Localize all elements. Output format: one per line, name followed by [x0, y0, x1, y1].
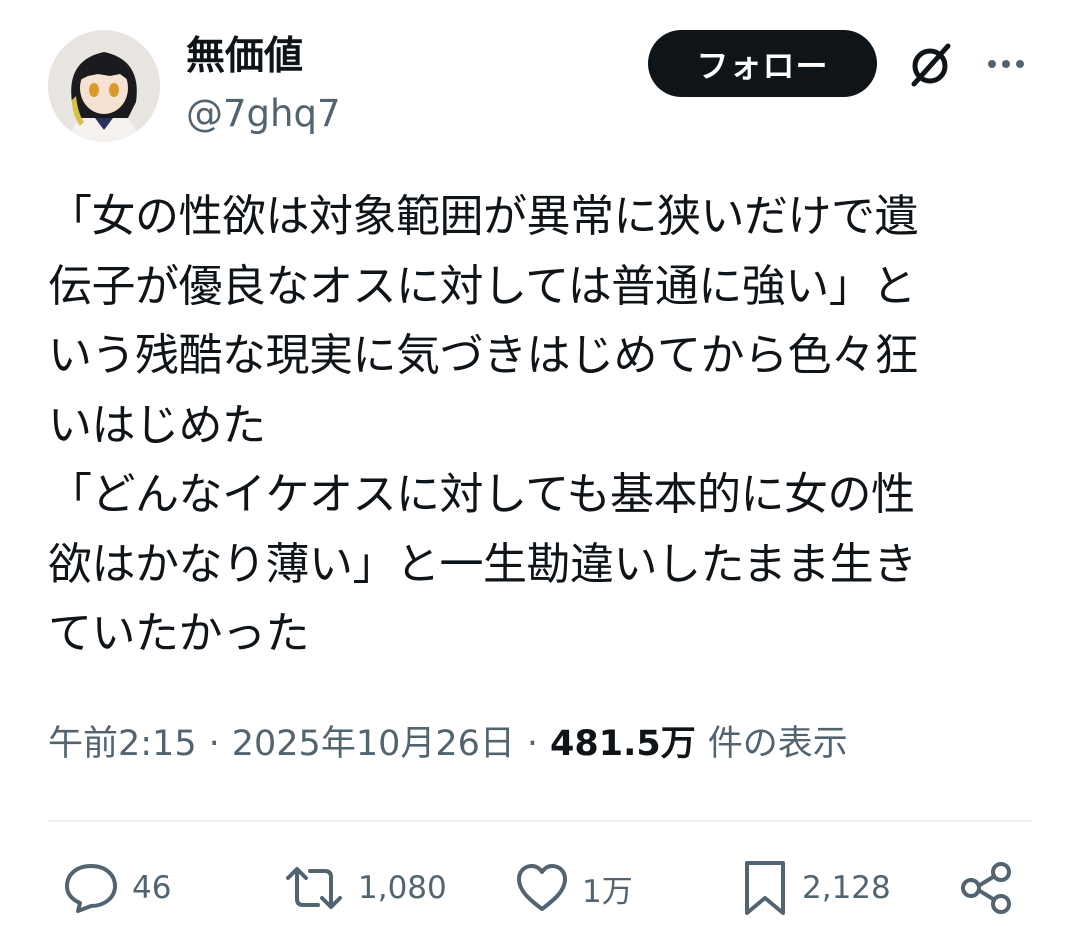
- tweet-text: 「女の性欲は対象範囲が異常に狭いだけで遺 伝子が優良なオスに対しては普通に強い」…: [48, 182, 1038, 669]
- meta-separator: ·: [208, 724, 220, 764]
- author-display-name[interactable]: 無価値: [186, 33, 303, 81]
- retweet-count: 1,080: [358, 870, 447, 906]
- tweet-meta: 午前2:15 · 2025年10月26日 · 481.5万 件の表示: [48, 718, 848, 770]
- tweet-line: 「女の性欲は対象範囲が異常に狭いだけで遺: [48, 191, 919, 242]
- reply-icon: [65, 864, 117, 913]
- grok-icon[interactable]: [905, 40, 955, 90]
- like-button[interactable]: 1万: [514, 858, 633, 918]
- like-icon: [517, 864, 567, 911]
- tweet-line: ていたかった: [48, 608, 310, 659]
- follow-button[interactable]: フォロー: [648, 30, 877, 97]
- retweet-icon: [286, 867, 342, 909]
- bookmark-icon: [745, 861, 785, 915]
- tweet-line: 伝子が優良なオスに対しては普通に強い」と: [48, 260, 916, 312]
- divider: [48, 820, 1032, 822]
- avatar-image: [48, 30, 160, 142]
- reply-button[interactable]: 46: [62, 858, 171, 918]
- author-handle[interactable]: @7ghq7: [186, 91, 341, 137]
- retweet-button[interactable]: 1,080: [282, 858, 447, 918]
- tweet-line: 「どんなイケオスに対しても基本的に女の性: [48, 469, 915, 520]
- share-button[interactable]: [958, 858, 1016, 918]
- meta-separator: ·: [526, 724, 539, 764]
- bookmark-count: 2,128: [802, 870, 891, 906]
- reply-count: 46: [132, 870, 172, 906]
- share-icon: [961, 862, 1011, 914]
- avatar[interactable]: [48, 30, 160, 142]
- tweet-line: いう残酷な現実に気づきはじめてから色々狂: [48, 330, 919, 381]
- tweet-line: いはじめた: [48, 399, 266, 451]
- views-count[interactable]: 481.5万: [550, 718, 696, 770]
- views-label: 件の表示: [707, 724, 848, 764]
- more-icon[interactable]: [982, 46, 1030, 82]
- tweet-line: 欲はかなり薄い」と一生勘違いしたまま生き: [48, 538, 917, 590]
- tweet-date[interactable]: 2025年10月26日: [232, 718, 515, 770]
- tweet-time[interactable]: 午前2:15: [48, 718, 197, 770]
- bookmark-button[interactable]: 2,128: [740, 858, 891, 918]
- like-count: 1万: [582, 873, 633, 910]
